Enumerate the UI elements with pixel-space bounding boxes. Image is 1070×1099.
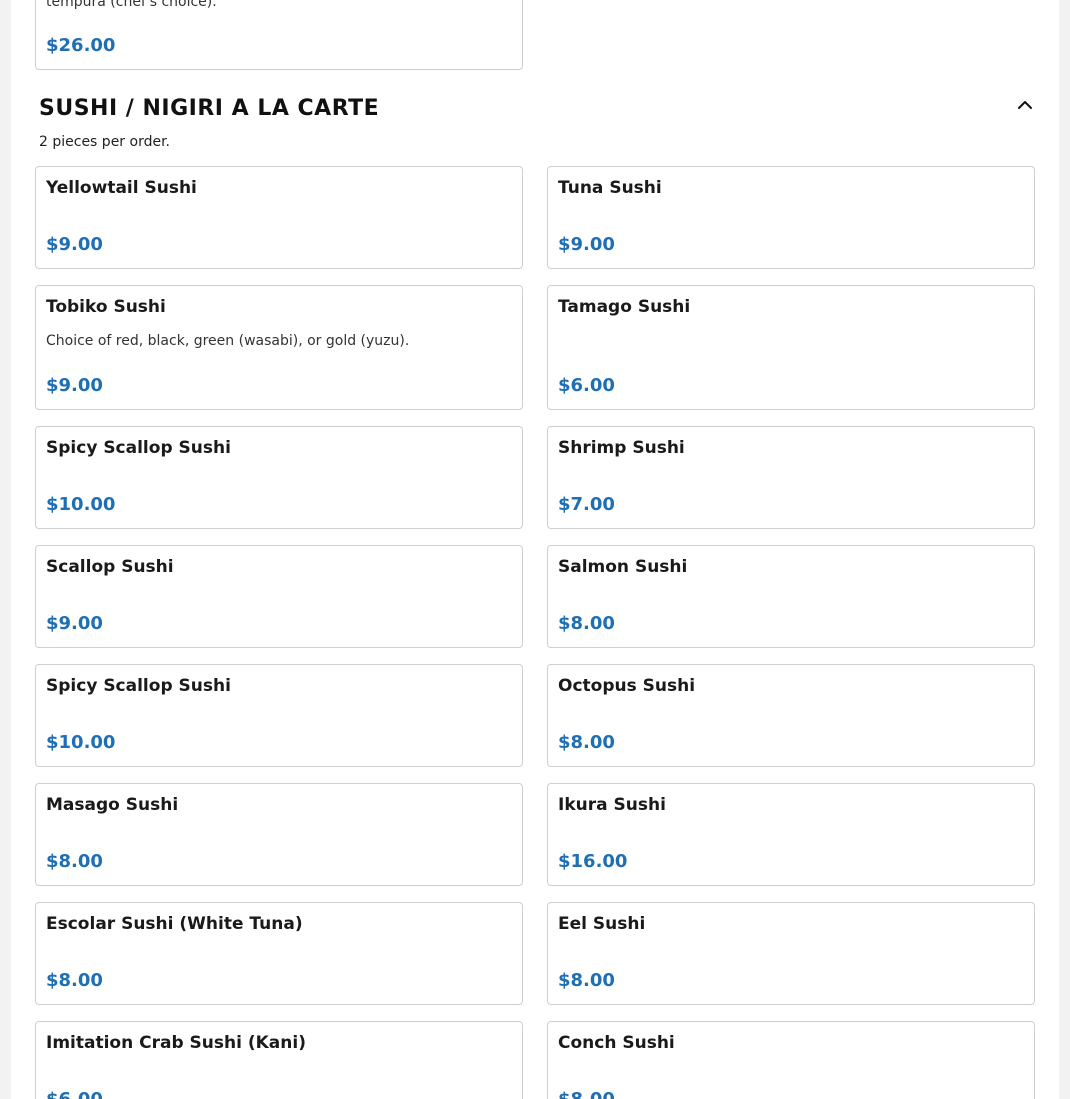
item-name: Conch Sushi bbox=[558, 1033, 675, 1053]
menu-item-card[interactable]: Eel Sushi $8.00 bbox=[547, 902, 1035, 1005]
item-price: $8.00 bbox=[46, 970, 103, 991]
item-name: Tamago Sushi bbox=[558, 297, 691, 317]
item-name: Ikura Sushi bbox=[558, 795, 666, 815]
menu-item-card[interactable]: Salmon Sushi $8.00 bbox=[547, 545, 1035, 648]
menu-item-card[interactable]: Shrimp Sushi $7.00 bbox=[547, 426, 1035, 529]
item-price: $10.00 bbox=[46, 732, 116, 753]
item-price: $6.00 bbox=[558, 375, 615, 396]
menu-item-card[interactable]: Ikura Sushi $16.00 bbox=[547, 783, 1035, 886]
menu-item-card[interactable]: Tamago Sushi $6.00 bbox=[547, 285, 1035, 410]
item-name: Shrimp Sushi bbox=[558, 438, 685, 458]
previous-menu-item-card[interactable]: tempura (chef's choice). $26.00 bbox=[35, 0, 523, 70]
item-name: Spicy Scallop Sushi bbox=[46, 676, 231, 696]
menu-item-card[interactable]: Escolar Sushi (White Tuna) $8.00 bbox=[35, 902, 523, 1005]
section-subtitle: 2 pieces per order. bbox=[39, 134, 171, 150]
menu-item-card[interactable]: Conch Sushi $8.00 bbox=[547, 1021, 1035, 1099]
item-price: $8.00 bbox=[558, 732, 615, 753]
item-price: $9.00 bbox=[46, 234, 103, 255]
item-price: $8.00 bbox=[558, 970, 615, 991]
collapse-section-button[interactable] bbox=[1014, 94, 1036, 116]
item-name: Spicy Scallop Sushi bbox=[46, 438, 231, 458]
item-price: $8.00 bbox=[558, 1089, 615, 1099]
menu-item-card[interactable]: Tobiko Sushi Choice of red, black, green … bbox=[35, 285, 523, 410]
item-price: $16.00 bbox=[558, 851, 628, 872]
menu-item-card[interactable]: Spicy Scallop Sushi $10.00 bbox=[35, 664, 523, 767]
item-name: Tuna Sushi bbox=[558, 178, 662, 198]
menu-item-card[interactable]: Imitation Crab Sushi (Kani) $6.00 bbox=[35, 1021, 523, 1099]
menu-item-card[interactable]: Octopus Sushi $8.00 bbox=[547, 664, 1035, 767]
item-price: $9.00 bbox=[558, 234, 615, 255]
item-name: Escolar Sushi (White Tuna) bbox=[46, 914, 303, 934]
item-name: Tobiko Sushi bbox=[46, 297, 166, 317]
item-price: $8.00 bbox=[558, 613, 615, 634]
item-name: Salmon Sushi bbox=[558, 557, 688, 577]
item-price: $9.00 bbox=[46, 375, 103, 396]
item-price: $6.00 bbox=[46, 1089, 103, 1099]
menu-item-card[interactable]: Yellowtail Sushi $9.00 bbox=[35, 166, 523, 269]
item-name: Yellowtail Sushi bbox=[46, 178, 197, 198]
item-price: $9.00 bbox=[46, 613, 103, 634]
item-price: $8.00 bbox=[46, 851, 103, 872]
item-name: Eel Sushi bbox=[558, 914, 646, 934]
menu-panel: tempura (chef's choice). $26.00 SUSHI / … bbox=[11, 0, 1059, 1099]
item-name: Scallop Sushi bbox=[46, 557, 174, 577]
item-price: $26.00 bbox=[46, 35, 116, 56]
chevron-up-icon bbox=[1018, 101, 1032, 109]
item-description: Choice of red, black, green (wasabi), or… bbox=[46, 333, 410, 349]
menu-item-card[interactable]: Scallop Sushi $9.00 bbox=[35, 545, 523, 648]
item-price: $7.00 bbox=[558, 494, 615, 515]
item-name: Octopus Sushi bbox=[558, 676, 696, 696]
item-price: $10.00 bbox=[46, 494, 116, 515]
menu-item-card[interactable]: Masago Sushi $8.00 bbox=[35, 783, 523, 886]
menu-item-card[interactable]: Spicy Scallop Sushi $10.00 bbox=[35, 426, 523, 529]
menu-item-card[interactable]: Tuna Sushi $9.00 bbox=[547, 166, 1035, 269]
section-title: SUSHI / NIGIRI A LA CARTE bbox=[39, 96, 380, 121]
item-description: tempura (chef's choice). bbox=[46, 0, 217, 10]
item-name: Imitation Crab Sushi (Kani) bbox=[46, 1033, 306, 1053]
item-name: Masago Sushi bbox=[46, 795, 179, 815]
